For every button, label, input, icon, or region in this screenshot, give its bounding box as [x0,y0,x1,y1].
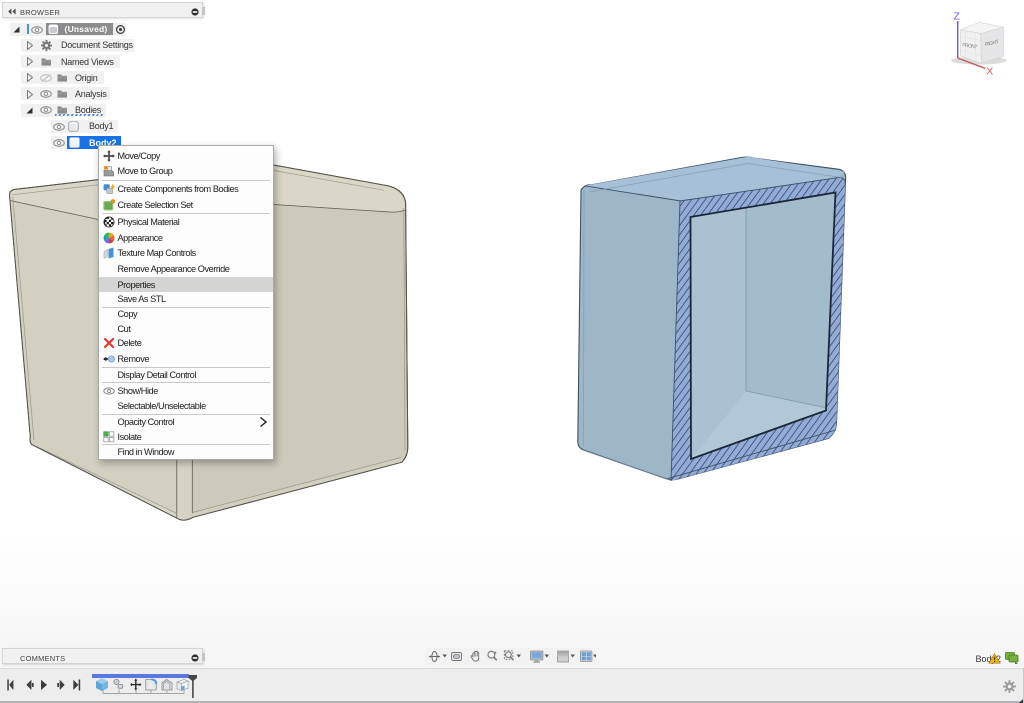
svg-text:Z: Z [954,11,961,23]
svg-text:X: X [986,66,993,78]
